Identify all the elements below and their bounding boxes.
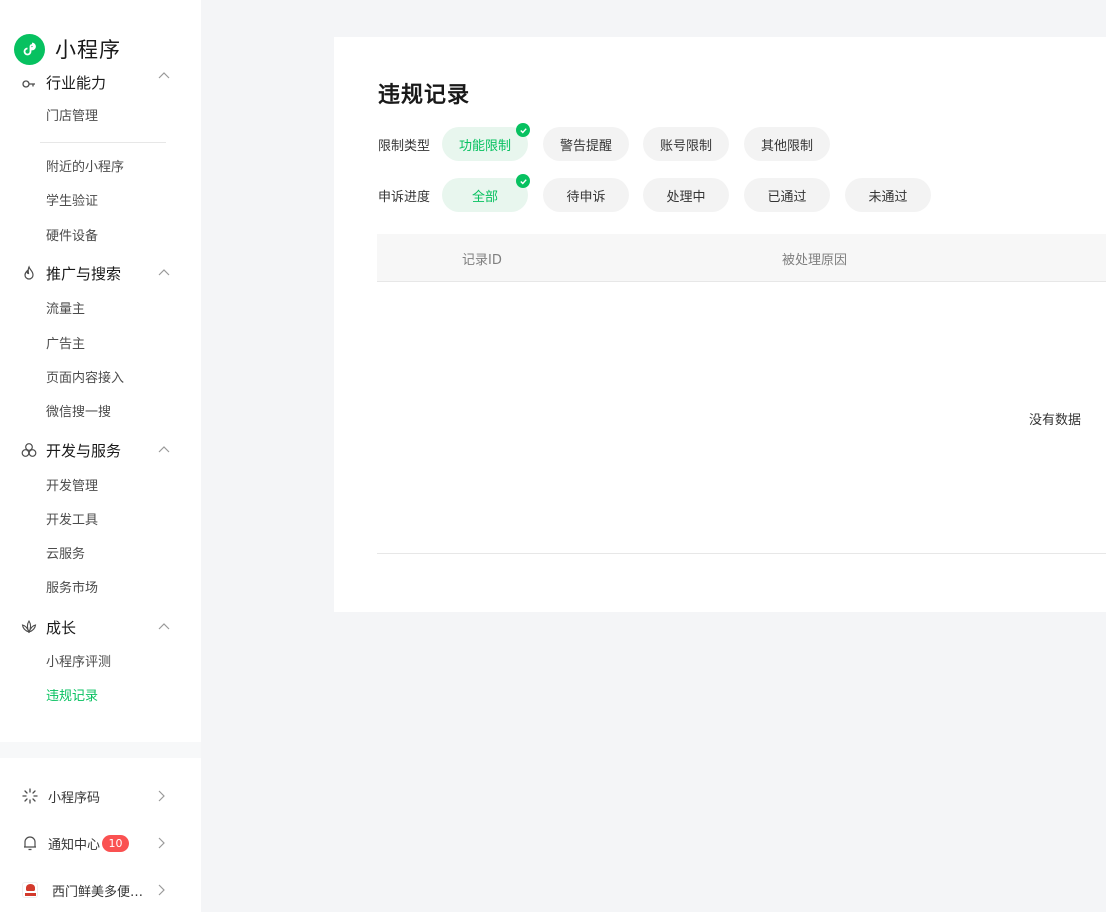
chip-processing[interactable]: 处理中 bbox=[643, 178, 729, 212]
chip-label: 账号限制 bbox=[659, 138, 712, 154]
key-icon bbox=[20, 73, 38, 91]
chevron-right-icon bbox=[158, 884, 165, 896]
sidebar-item-service-market[interactable]: 服务市场 bbox=[46, 579, 98, 599]
sidebar-item-violation-records[interactable]: 违规记录 bbox=[46, 687, 98, 707]
notification-badge: 10 bbox=[102, 834, 129, 852]
section-head-industry[interactable]: 行业能力 bbox=[0, 70, 201, 94]
account-name: 西门鲜美多便… bbox=[52, 884, 144, 900]
chevron-right-icon bbox=[158, 837, 165, 849]
miniprogram-logo-icon bbox=[14, 33, 45, 65]
sidebar-item-nearby-miniprogram[interactable]: 附近的小程序 bbox=[46, 158, 124, 178]
filter-restriction-type: 限制类型 功能限制 警告提醒 账号限制 其他限制 bbox=[378, 123, 898, 161]
sidebar-item-hardware[interactable]: 硬件设备 bbox=[46, 227, 98, 247]
lotus-icon bbox=[20, 618, 38, 636]
chevron-up-icon bbox=[158, 72, 170, 79]
empty-state-text: 没有数据 bbox=[1029, 413, 1082, 428]
filter-label: 申诉进度 bbox=[378, 190, 431, 205]
sidebar-item-traffic-owner[interactable]: 流量主 bbox=[46, 300, 85, 320]
sidebar-item-cloud-service[interactable]: 云服务 bbox=[46, 545, 85, 565]
chip-rejected[interactable]: 未通过 bbox=[845, 178, 931, 212]
filter-appeal-progress: 申诉进度 全部 待申诉 处理中 已通过 未通过 bbox=[378, 174, 938, 212]
sidebar-item-evaluation[interactable]: 小程序评测 bbox=[46, 653, 111, 673]
chip-account-restriction[interactable]: 账号限制 bbox=[643, 127, 729, 161]
footer-item-account[interactable]: 西门鲜美多便… bbox=[0, 875, 201, 905]
sidebar-item-advertiser[interactable]: 广告主 bbox=[46, 335, 85, 355]
section-label: 开发与服务 bbox=[46, 441, 122, 460]
chip-label: 已通过 bbox=[767, 189, 807, 205]
chevron-up-icon bbox=[158, 269, 170, 276]
chip-all[interactable]: 全部 bbox=[442, 174, 530, 212]
check-icon bbox=[516, 174, 530, 188]
sidebar-nav[interactable]: 行业能力 门店管理 附近的小程序 学生验证 硬件设备 推广与搜索 流量主 广告主… bbox=[0, 70, 201, 742]
section-head-development[interactable]: 开发与服务 bbox=[0, 438, 201, 462]
records-table-header: 记录ID 被处理原因 bbox=[377, 234, 1106, 282]
chip-warning[interactable]: 警告提醒 bbox=[543, 127, 629, 161]
chip-label: 警告提醒 bbox=[559, 138, 612, 154]
qrcode-icon bbox=[20, 786, 40, 806]
chip-label: 功能限制 bbox=[458, 138, 511, 154]
circles-icon bbox=[20, 441, 38, 459]
footer-item-qrcode[interactable]: 小程序码 bbox=[0, 781, 201, 811]
sidebar-item-dev-tools[interactable]: 开发工具 bbox=[46, 511, 98, 531]
divider bbox=[40, 142, 166, 143]
chip-label: 处理中 bbox=[666, 189, 706, 205]
chip-label: 全部 bbox=[471, 189, 498, 205]
table-bottom-border bbox=[377, 553, 1106, 554]
chevron-right-icon bbox=[158, 790, 165, 802]
sidebar-item-wechat-search[interactable]: 微信搜一搜 bbox=[46, 403, 111, 423]
footer-label: 小程序码 bbox=[48, 790, 101, 806]
column-header-record-id: 记录ID bbox=[462, 253, 502, 268]
section-label: 行业能力 bbox=[46, 73, 107, 92]
account-avatar bbox=[20, 880, 40, 900]
check-icon bbox=[516, 123, 530, 137]
chip-function-restriction[interactable]: 功能限制 bbox=[442, 123, 530, 161]
app-title: 小程序 bbox=[55, 38, 121, 62]
bell-icon bbox=[20, 833, 40, 853]
sidebar: 小程序 行业能力 门店管理 附近的小程序 学生验证 硬件设备 推广与搜索 流量主… bbox=[0, 0, 201, 912]
chip-other-restriction[interactable]: 其他限制 bbox=[744, 127, 830, 161]
chip-pending-appeal[interactable]: 待申诉 bbox=[543, 178, 629, 212]
main-panel: 违规记录 限制类型 功能限制 警告提醒 账号限制 其他限制 申诉进度 全部 待申… bbox=[334, 37, 1106, 612]
section-label: 推广与搜索 bbox=[46, 264, 122, 283]
page-title: 违规记录 bbox=[378, 83, 471, 108]
chevron-up-icon bbox=[158, 446, 170, 453]
chip-label: 待申诉 bbox=[566, 189, 606, 205]
flame-icon bbox=[20, 264, 38, 282]
filter-label: 限制类型 bbox=[378, 139, 431, 154]
section-head-promotion[interactable]: 推广与搜索 bbox=[0, 261, 201, 285]
brand[interactable]: 小程序 bbox=[14, 33, 121, 65]
chevron-up-icon bbox=[158, 623, 170, 630]
section-label: 成长 bbox=[46, 618, 77, 637]
section-head-growth[interactable]: 成长 bbox=[0, 615, 201, 639]
footer-label: 通知中心 bbox=[48, 837, 101, 853]
chip-label: 其他限制 bbox=[760, 138, 813, 154]
sidebar-item-student-verification[interactable]: 学生验证 bbox=[46, 192, 98, 212]
sidebar-item-store-management[interactable]: 门店管理 bbox=[46, 107, 98, 127]
sidebar-item-dev-management[interactable]: 开发管理 bbox=[46, 477, 98, 497]
footer-item-notifications[interactable]: 通知中心 10 bbox=[0, 828, 201, 858]
sidebar-separator bbox=[0, 742, 201, 758]
chip-approved[interactable]: 已通过 bbox=[744, 178, 830, 212]
column-header-reason: 被处理原因 bbox=[782, 253, 848, 268]
chip-label: 未通过 bbox=[868, 189, 908, 205]
sidebar-item-page-content[interactable]: 页面内容接入 bbox=[46, 369, 124, 389]
